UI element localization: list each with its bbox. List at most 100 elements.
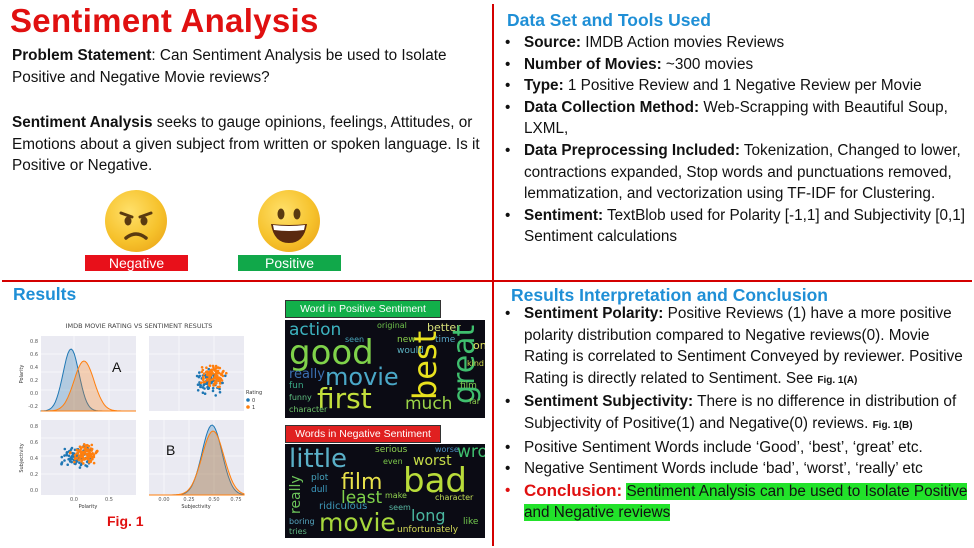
scatter-point	[199, 385, 202, 389]
dataset-list: Source: IMDB Action movies Reviews Numbe…	[499, 32, 969, 248]
svg-text:0.2: 0.2	[30, 472, 38, 478]
scatter-point	[84, 449, 88, 453]
scatter-point	[201, 378, 205, 382]
list-item: Sentiment: TextBlob used for Polarity [-…	[499, 205, 969, 248]
scatter-point	[214, 364, 218, 368]
list-item: Data Collection Method: Web-Scrapping wi…	[499, 97, 969, 140]
svg-text:0.0: 0.0	[30, 488, 38, 494]
scatter-point	[88, 450, 91, 453]
svg-text:0.25: 0.25	[183, 497, 194, 503]
list-item: Number of Movies: ~300 movies	[499, 54, 969, 76]
scatter-point	[218, 390, 222, 394]
scatter-point	[71, 454, 74, 458]
chart-legend: Rating 0 1	[246, 390, 262, 411]
svg-text:-0.2: -0.2	[28, 404, 38, 410]
scatter-point	[77, 454, 81, 458]
positive-label: Positive	[238, 255, 341, 271]
scatter-point	[196, 389, 200, 392]
figure-label: Fig. 1	[107, 513, 144, 529]
scatter-point	[216, 371, 219, 375]
problem-statement: Problem Statement: Can Sentiment Analysi…	[12, 45, 490, 88]
positive-wordcloud-label: Word in Positive Sentiment	[285, 300, 441, 318]
scatter-point	[205, 377, 209, 381]
scatter-point	[211, 377, 215, 381]
scatter-point	[222, 369, 225, 373]
list-item: Source: IMDB Action movies Reviews	[499, 32, 969, 54]
panel-a-label: A	[112, 359, 122, 375]
scatter-point	[202, 381, 205, 384]
scatter-point	[67, 454, 71, 458]
scatter-point	[224, 374, 227, 378]
sentiment-definition-label: Sentiment Analysis	[12, 114, 153, 131]
scatter-point	[80, 451, 83, 454]
page-title: Sentiment Analysis	[10, 2, 319, 39]
scatter-point	[86, 455, 90, 458]
scatter-point	[218, 382, 222, 385]
scatter-point	[69, 448, 73, 451]
scatter-point	[80, 458, 84, 462]
scatter-point	[73, 460, 76, 464]
svg-text:Rating: Rating	[246, 390, 262, 396]
conclusion-list: Sentiment Polarity: Positive Reviews (1)…	[499, 303, 969, 524]
scatter-point	[218, 385, 221, 388]
scatter-point	[208, 382, 211, 386]
svg-text:0.8: 0.8	[30, 424, 38, 430]
scatter-point	[209, 370, 212, 373]
scatter-point	[206, 371, 209, 374]
scatter-point	[91, 452, 94, 455]
scatter-point	[213, 369, 217, 372]
scatter-point	[216, 369, 220, 373]
angry-face-icon	[105, 190, 167, 252]
scatter-point	[200, 370, 204, 374]
scatter-point	[221, 381, 224, 385]
list-item: Data Preprocessing Included: Tokenizatio…	[499, 140, 969, 205]
scatter-point	[84, 464, 87, 467]
svg-text:0: 0	[252, 398, 255, 404]
vertical-divider	[492, 4, 494, 546]
horizontal-divider	[2, 280, 972, 282]
svg-text:0.0: 0.0	[30, 391, 38, 397]
sentiment-definition: Sentiment Analysis seeks to gauge opinio…	[12, 112, 490, 177]
conclusion-label: Conclusion:	[524, 480, 623, 500]
xlabel-polarity: Polarity	[79, 504, 98, 510]
scatter-point	[60, 455, 64, 459]
svg-text:0.6: 0.6	[30, 440, 38, 446]
list-item: Type: 1 Positive Review and 1 Negative R…	[499, 75, 969, 97]
scatter-point	[82, 462, 85, 465]
scatter-point	[92, 455, 95, 458]
scatter-point	[60, 461, 64, 464]
scatter-point	[73, 457, 77, 461]
scatter-point	[96, 449, 99, 453]
scatter-point	[199, 381, 203, 384]
conclusion-item: Conclusion: Sentiment Analysis can be us…	[499, 480, 969, 524]
list-item: Positive Sentiment Words include ‘Good’,…	[499, 437, 969, 459]
scatter-point	[87, 444, 91, 448]
panel-scatter-top	[149, 336, 244, 411]
ylabel-subjectivity: Subjectivity	[19, 443, 25, 472]
results-heading: Results	[13, 284, 77, 304]
grinning-face-icon	[258, 190, 320, 252]
negative-wordcloud: little bad film least worst wrong movie …	[285, 444, 485, 538]
scatter-point	[85, 447, 88, 451]
svg-text:0.5: 0.5	[105, 497, 113, 503]
negative-label: Negative	[85, 255, 188, 271]
scatter-point	[65, 451, 69, 455]
svg-text:1: 1	[252, 405, 255, 411]
scatter-point	[211, 386, 215, 390]
scatter-point	[220, 379, 224, 382]
scatter-point	[198, 374, 201, 378]
scatter-point	[202, 372, 206, 375]
scatter-point	[83, 458, 86, 461]
scatter-point	[214, 394, 217, 397]
scatter-point	[89, 460, 92, 464]
scatter-point	[90, 443, 94, 447]
scatter-point	[66, 463, 69, 466]
scatter-point	[198, 371, 201, 374]
scatter-point	[73, 454, 77, 457]
scatter-point	[63, 459, 66, 462]
chart-title: IMDB MOVIE RATING VS SENTIMENT RESULTS	[66, 322, 213, 330]
scatter-point	[215, 377, 219, 380]
list-item: Negative Sentiment Words include ‘bad’, …	[499, 458, 969, 480]
scatter-point	[218, 366, 222, 370]
positive-wordcloud: action original better good movie first …	[285, 320, 485, 418]
